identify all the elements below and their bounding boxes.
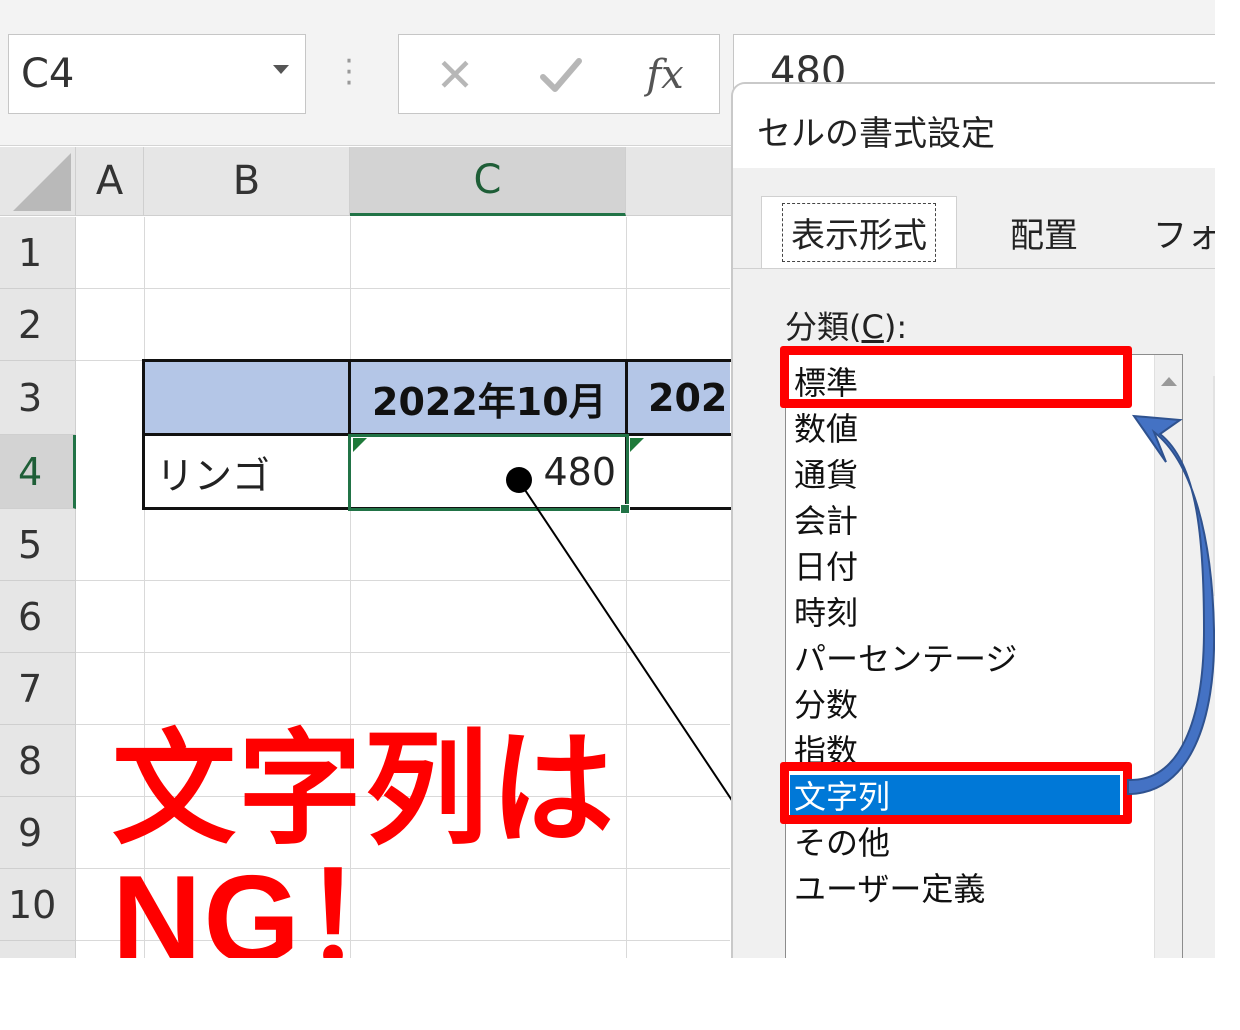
formula-buttons: ✕ fx: [398, 34, 720, 114]
column-header-c[interactable]: C: [350, 147, 626, 216]
excel-window: C4 ··· ✕ fx 480 A B C 1 2 3 4 5 6 7 8: [0, 0, 1215, 958]
category-label-suffix: ):: [883, 308, 908, 346]
row-header-7[interactable]: 7: [0, 653, 76, 725]
tab-font-label: フォ: [1153, 215, 1215, 256]
fill-handle[interactable]: [620, 504, 630, 514]
row-header-6[interactable]: 6: [0, 581, 76, 653]
scroll-up-arrow-icon[interactable]: [1161, 377, 1177, 386]
gridline-v-d: [626, 217, 627, 958]
category-item-custom[interactable]: ユーザー定義: [794, 867, 985, 911]
more-vertical-icon[interactable]: · · ·: [342, 47, 356, 99]
category-label-prefix: 分類(: [785, 308, 862, 346]
tab-alignment-label: 配置: [1010, 215, 1078, 256]
tab-number[interactable]: 表示形式: [761, 196, 957, 268]
category-item-accounting[interactable]: 会計: [794, 499, 858, 543]
row-header-10[interactable]: 10: [0, 869, 76, 941]
tab-number-label: 表示形式: [782, 203, 936, 262]
highlight-box-general: [780, 346, 1132, 408]
select-all-triangle-icon: [13, 153, 71, 211]
cell-d3[interactable]: 202: [626, 361, 730, 435]
category-item-percentage[interactable]: パーセンテージ: [794, 637, 1017, 681]
tab-divider: [733, 268, 1215, 269]
gridline-h-1: [76, 288, 730, 289]
insert-function-icon[interactable]: fx: [637, 47, 693, 103]
row-header-8[interactable]: 8: [0, 725, 76, 797]
table-border-left: [142, 359, 145, 510]
category-label: 分類(C):: [785, 302, 907, 348]
dialog-title: セルの書式設定: [757, 114, 995, 154]
warning-text-line2: NG！: [112, 851, 429, 958]
column-header-b[interactable]: B: [144, 147, 350, 216]
table-border-top: [142, 359, 732, 362]
select-all-corner[interactable]: [0, 147, 76, 216]
cell-b4[interactable]: リンゴ: [144, 435, 350, 509]
category-item-time[interactable]: 時刻: [794, 591, 858, 635]
category-item-special[interactable]: その他: [794, 821, 890, 865]
column-header-d[interactable]: [626, 147, 736, 216]
row-header-3[interactable]: 3: [0, 361, 76, 435]
error-indicator-icon[interactable]: [353, 438, 367, 452]
cancel-icon[interactable]: ✕: [427, 47, 483, 103]
category-item-currency[interactable]: 通貨: [794, 453, 858, 497]
category-item-date[interactable]: 日付: [794, 545, 858, 589]
name-box-value: C4: [21, 51, 75, 97]
name-box[interactable]: C4: [8, 34, 306, 114]
row-header-1[interactable]: 1: [0, 217, 76, 289]
tab-font[interactable]: フォ: [1153, 196, 1215, 268]
dialog-title-bar[interactable]: セルの書式設定: [733, 84, 1215, 168]
active-cell-outline: [348, 434, 629, 511]
row-header-2[interactable]: 2: [0, 289, 76, 361]
category-item-fraction[interactable]: 分数: [794, 683, 858, 727]
category-label-accel: C: [861, 308, 884, 346]
gridline-h-5: [76, 580, 730, 581]
cell-b3[interactable]: [144, 361, 350, 435]
curved-arrow-icon: [1127, 414, 1215, 796]
cell-c3[interactable]: 2022年10月: [350, 361, 626, 435]
row-header-4[interactable]: 4: [0, 435, 76, 509]
row-header-9[interactable]: 9: [0, 797, 76, 869]
row-header-5[interactable]: 5: [0, 509, 76, 581]
tab-alignment[interactable]: 配置: [969, 196, 1119, 268]
error-indicator-icon-d4[interactable]: [630, 438, 644, 452]
chevron-down-icon[interactable]: [273, 65, 289, 74]
row-header-11[interactable]: [0, 941, 76, 958]
check-icon-svg: [540, 58, 582, 92]
highlight-box-text: [780, 762, 1132, 824]
column-header-a[interactable]: A: [76, 147, 144, 216]
category-item-number[interactable]: 数値: [794, 407, 858, 451]
check-icon[interactable]: [533, 47, 589, 103]
